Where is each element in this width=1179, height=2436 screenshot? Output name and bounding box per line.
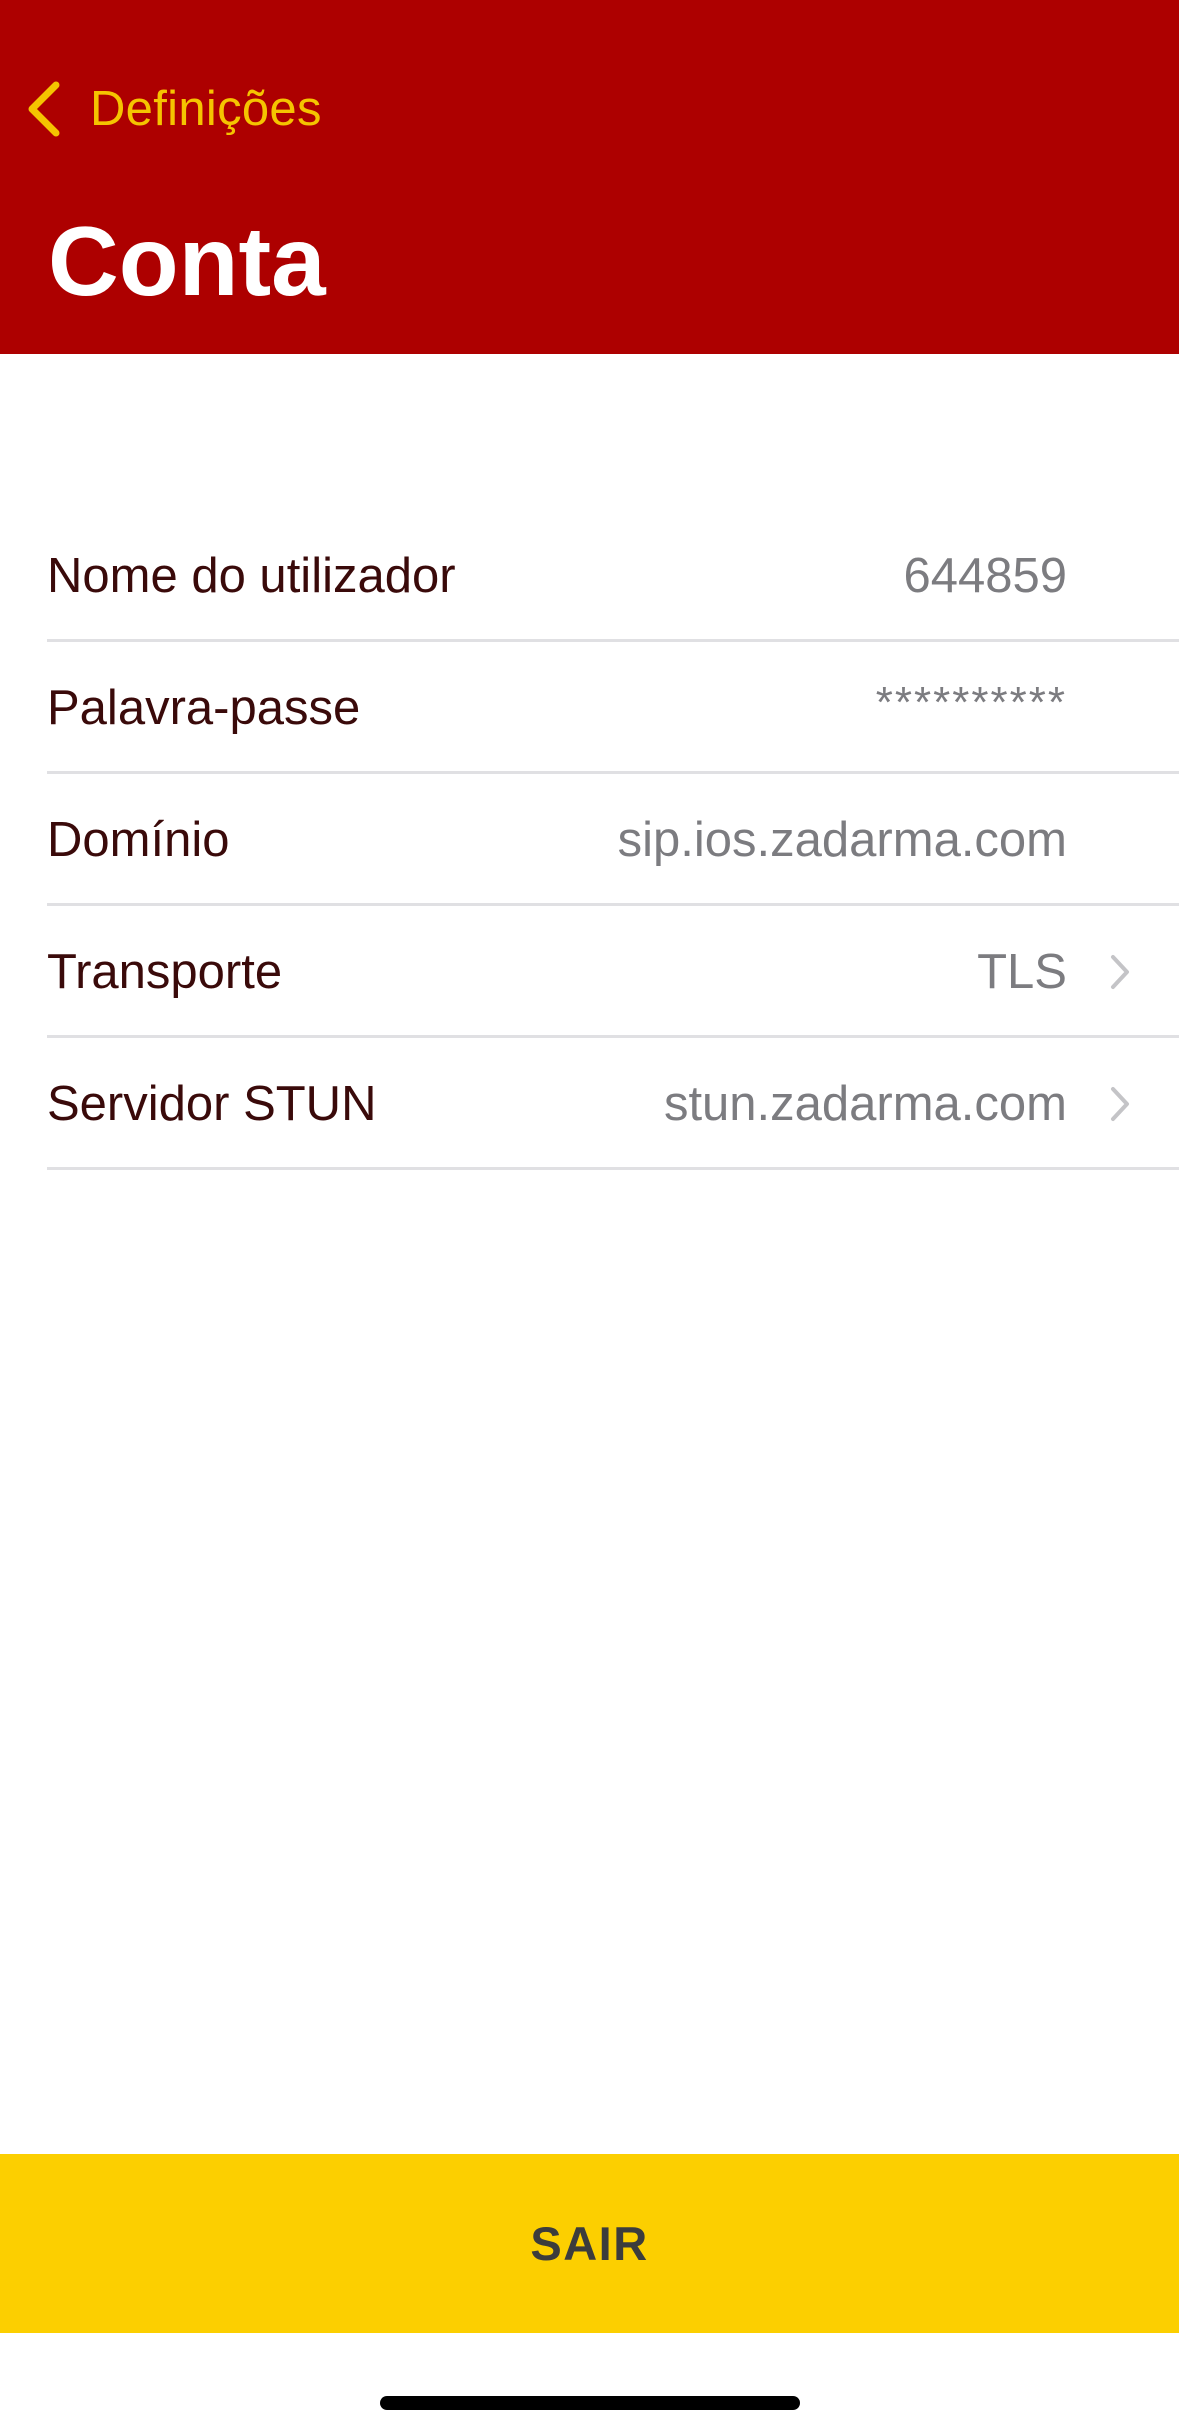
back-button-label: Definições xyxy=(90,82,322,136)
stun-server-value: stun.zadarma.com xyxy=(663,1077,1067,1131)
logout-button[interactable]: SAIR xyxy=(0,2154,1179,2333)
stun-server-row[interactable]: Servidor STUN stun.zadarma.com xyxy=(0,1038,1179,1170)
navigation-header: Definições Conta xyxy=(0,0,1179,354)
username-value[interactable]: 644859 xyxy=(903,548,1067,604)
transport-value: TLS xyxy=(977,945,1067,999)
password-label: Palavra-passe xyxy=(47,681,361,735)
home-indicator[interactable] xyxy=(380,2396,800,2410)
password-row[interactable]: Palavra-passe ********** xyxy=(0,642,1179,774)
domain-value[interactable]: sip.ios.zadarma.com xyxy=(618,812,1067,868)
chevron-right-icon xyxy=(1111,1087,1129,1121)
account-settings-list: Nome do utilizador 644859 Palavra-passe … xyxy=(0,510,1179,1170)
username-row[interactable]: Nome do utilizador 644859 xyxy=(0,510,1179,642)
stun-server-label: Servidor STUN xyxy=(47,1077,377,1131)
transport-label: Transporte xyxy=(47,945,283,999)
chevron-right-icon xyxy=(1111,955,1129,989)
chevron-left-icon xyxy=(28,81,60,137)
domain-label: Domínio xyxy=(47,813,230,867)
username-label: Nome do utilizador xyxy=(47,549,456,603)
back-button[interactable]: Definições xyxy=(24,74,322,144)
logout-button-label: SAIR xyxy=(530,2217,649,2270)
password-value[interactable]: ********** xyxy=(876,678,1067,728)
transport-row[interactable]: Transporte TLS xyxy=(0,906,1179,1038)
page-title: Conta xyxy=(48,206,326,316)
domain-row[interactable]: Domínio sip.ios.zadarma.com xyxy=(0,774,1179,906)
